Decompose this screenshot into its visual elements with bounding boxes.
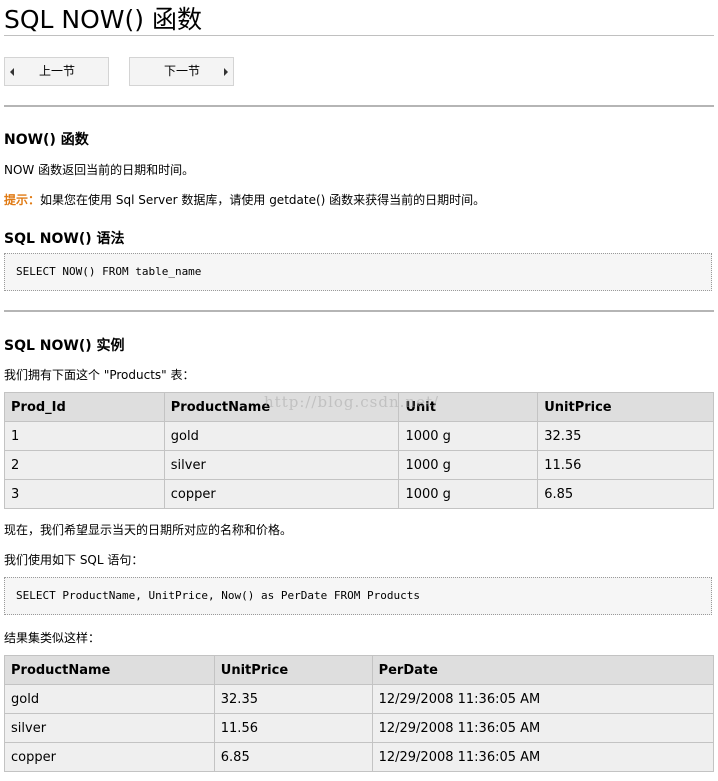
table-cell: copper — [4, 742, 215, 772]
tip-paragraph: 提示：如果您在使用 Sql Server 数据库，请使用 getdate() 函… — [4, 191, 485, 208]
products-table: Prod_Id ProductName Unit UnitPrice 1 gold 100… — [4, 392, 714, 509]
table-cell: 11.56 — [213, 713, 373, 743]
use-sql-text: 我们使用如下 SQL 语句： — [4, 553, 144, 567]
table-cell: 1000 g — [398, 479, 539, 509]
table-row: 2 silver 1000 g 11.56 — [4, 450, 714, 480]
table-header-row: Prod_Id ProductName Unit UnitPrice — [4, 392, 714, 422]
result-text: 结果集类似这样： — [4, 631, 101, 645]
table-cell: 6.85 — [537, 479, 714, 509]
table-row: silver 11.56 12/29/2008 11:36:05 AM — [4, 713, 715, 743]
table-cell: 32.35 — [213, 684, 373, 714]
page-title: SQL NOW() 函数 — [4, 5, 202, 34]
table-cell: copper — [163, 479, 400, 509]
table-cell: 12/29/2008 11:36:05 AM — [371, 742, 715, 772]
table-cell: gold — [163, 421, 400, 451]
section-heading-syntax: SQL NOW() 语法 — [4, 231, 125, 247]
example-code-block: SELECT ProductName, UnitPrice, Now() as … — [4, 577, 712, 615]
prev-section-button[interactable]: 上一节 — [4, 57, 109, 86]
next-section-label: 下一节 — [164, 64, 201, 78]
table-row: gold 32.35 12/29/2008 11:36:05 AM — [4, 684, 715, 714]
column-header: PerDate — [371, 655, 715, 685]
table-cell: 12/29/2008 11:36:05 AM — [371, 713, 715, 743]
column-header: ProductName — [4, 655, 215, 685]
prev-section-label: 上一节 — [39, 64, 76, 78]
table-cell: gold — [4, 684, 215, 714]
column-header: UnitPrice — [537, 392, 714, 422]
table-cell: silver — [163, 450, 400, 480]
column-header: Unit — [398, 392, 539, 422]
table-header-row: ProductName UnitPrice PerDate — [4, 655, 715, 685]
table-cell: 3 — [4, 479, 165, 509]
table-cell: 1000 g — [398, 421, 539, 451]
table-row: copper 6.85 12/29/2008 11:36:05 AM — [4, 742, 715, 772]
chevron-right-icon — [224, 68, 228, 76]
column-header: UnitPrice — [213, 655, 373, 685]
goal-text: 现在，我们希望显示当天的日期所对应的名称和价格。 — [4, 523, 293, 537]
page: SQL NOW() 函数 上一节 下一节 NOW() 函数 NOW 函数返回当前… — [4, 0, 715, 772]
syntax-code-block: SELECT NOW() FROM table_name — [4, 253, 712, 291]
table-cell: 1000 g — [398, 450, 539, 480]
chevron-left-icon — [10, 68, 14, 76]
section-heading-example: SQL NOW() 实例 — [4, 338, 125, 354]
section-divider — [4, 310, 714, 312]
table-cell: 12/29/2008 11:36:05 AM — [371, 684, 715, 714]
example-intro: 我们拥有下面这个 "Products" 表： — [4, 368, 195, 382]
result-table: ProductName UnitPrice PerDate gold 32.35 12/… — [4, 655, 715, 772]
title-divider — [4, 35, 714, 36]
table-cell: 2 — [4, 450, 165, 480]
tip-label: 提示： — [4, 193, 41, 207]
table-cell: 6.85 — [213, 742, 373, 772]
syntax-code: SELECT NOW() FROM table_name — [16, 265, 202, 278]
table-cell: 11.56 — [537, 450, 714, 480]
table-row: 1 gold 1000 g 32.35 — [4, 421, 714, 451]
section-divider — [4, 105, 714, 107]
now-description: NOW 函数返回当前的日期和时间。 — [4, 163, 195, 177]
section-heading-now: NOW() 函数 — [4, 132, 89, 148]
table-cell: silver — [4, 713, 215, 743]
example-code: SELECT ProductName, UnitPrice, Now() as … — [16, 589, 420, 602]
next-section-button[interactable]: 下一节 — [129, 57, 234, 86]
table-cell: 1 — [4, 421, 165, 451]
column-header: Prod_Id — [4, 392, 165, 422]
tip-text: 如果您在使用 Sql Server 数据库，请使用 getdate() 函数来获… — [40, 193, 486, 207]
column-header: ProductName — [163, 392, 400, 422]
table-row: 3 copper 1000 g 6.85 — [4, 479, 714, 509]
table-cell: 32.35 — [537, 421, 714, 451]
